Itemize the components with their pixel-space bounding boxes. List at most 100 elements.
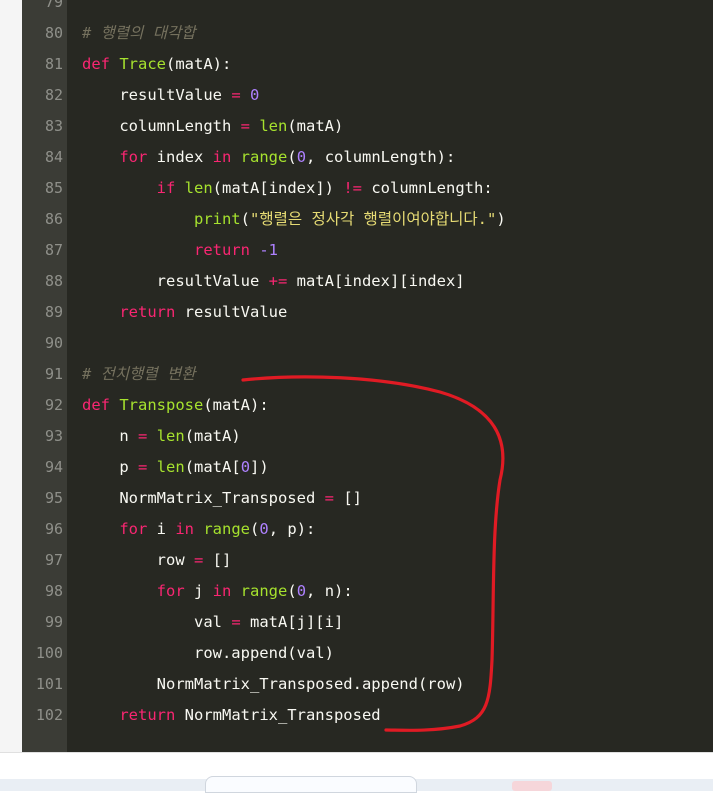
- code-line[interactable]: 86 print("행렬은 정사각 행렬이여야합니다."): [0, 204, 713, 235]
- code-token: for: [156, 582, 185, 600]
- code-text: if len(matA[index]) != columnLength:: [82, 173, 493, 204]
- code-token: print: [193, 210, 241, 228]
- line-number: 80: [44, 24, 63, 42]
- line-number: 90: [44, 334, 63, 352]
- code-line[interactable]: 90: [0, 328, 713, 359]
- code-line[interactable]: 98 for j in range(0, n):: [0, 576, 713, 607]
- code-line[interactable]: 82 resultValue = 0: [0, 80, 713, 111]
- code-line[interactable]: 99 val = matA[j][i]: [0, 607, 713, 638]
- code-token: =: [138, 458, 148, 476]
- code-line[interactable]: 94 p = len(matA[0]): [0, 452, 713, 483]
- code-token: if: [156, 179, 176, 197]
- code-token: in: [175, 520, 194, 538]
- code-token: !=: [343, 179, 362, 197]
- line-number: 97: [44, 551, 63, 569]
- code-token: 0: [259, 520, 269, 538]
- code-line[interactable]: 89 return resultValue: [0, 297, 713, 328]
- code-text: n = len(matA): [82, 421, 241, 452]
- code-token: (matA):: [166, 55, 232, 73]
- code-line[interactable]: 100 row.append(val): [0, 638, 713, 669]
- code-text: resultValue = 0: [82, 80, 259, 111]
- code-token: (: [287, 148, 297, 166]
- code-token: # 행렬의 대각합: [82, 24, 196, 42]
- code-token: p: [82, 458, 138, 476]
- code-text: print("행렬은 정사각 행렬이여야합니다."): [82, 204, 506, 235]
- code-line[interactable]: 102 return NormMatrix_Transposed: [0, 700, 713, 731]
- code-token: 0: [240, 458, 251, 476]
- line-number: 93: [44, 427, 63, 445]
- code-line[interactable]: 81 def Trace(matA):: [0, 49, 713, 80]
- code-text: # 전치행렬 변환: [82, 359, 196, 390]
- code-token: NormMatrix_Transposed: [82, 489, 325, 507]
- code-text: columnLength = len(matA): [82, 111, 343, 142]
- code-token: (matA): [184, 427, 241, 445]
- code-text: NormMatrix_Transposed.append(row): [82, 669, 465, 700]
- code-line[interactable]: 92 def Transpose(matA):: [0, 390, 713, 421]
- code-text: row.append(val): [82, 638, 334, 669]
- code-token: return: [119, 706, 176, 724]
- code-token: ): [496, 210, 506, 228]
- code-token: n: [82, 427, 138, 445]
- code-text: def Transpose(matA):: [82, 390, 269, 421]
- code-text: return -1: [82, 235, 278, 266]
- code-token: resultValue: [82, 86, 232, 104]
- code-line[interactable]: 79: [0, 0, 713, 18]
- code-token: for: [119, 148, 148, 166]
- line-number: 84: [44, 148, 63, 166]
- code-line[interactable]: 96 for i in range(0, p):: [0, 514, 713, 545]
- code-token: columnLength: [82, 117, 241, 135]
- code-token: NormMatrix_Transposed: [175, 706, 381, 724]
- line-number: 86: [44, 210, 63, 228]
- code-token: =: [138, 427, 148, 445]
- code-token: (matA): [287, 117, 344, 135]
- code-token: len: [184, 179, 213, 197]
- code-token: []: [333, 489, 362, 507]
- code-line[interactable]: 101 NormMatrix_Transposed.append(row): [0, 669, 713, 700]
- code-token: ]): [250, 458, 269, 476]
- code-token: resultValue: [175, 303, 288, 321]
- line-number: 91: [44, 365, 63, 383]
- code-line[interactable]: 91 # 전치행렬 변환: [0, 359, 713, 390]
- code-line[interactable]: 80 # 행렬의 대각합: [0, 18, 713, 49]
- taskbar: [0, 752, 713, 793]
- code-token: (matA[index]): [212, 179, 344, 197]
- code-token: =: [231, 86, 241, 104]
- code-token: 0: [296, 582, 307, 600]
- code-token: row: [82, 551, 194, 569]
- code-token: NormMatrix_Transposed.append(row): [82, 675, 465, 693]
- code-line[interactable]: 84 for index in range(0, columnLength):: [0, 142, 713, 173]
- code-token: -1: [259, 241, 278, 259]
- code-token: def: [82, 55, 110, 73]
- code-token: =: [193, 551, 204, 569]
- code-text: val = matA[j][i]: [82, 607, 343, 638]
- code-text: return NormMatrix_Transposed: [82, 700, 381, 731]
- code-text: p = len(matA[0]): [82, 452, 269, 483]
- code-line[interactable]: 97 row = []: [0, 545, 713, 576]
- code-line[interactable]: 83 columnLength = len(matA): [0, 111, 713, 142]
- code-line[interactable]: 95 NormMatrix_Transposed = []: [0, 483, 713, 514]
- code-line[interactable]: 87 return -1: [0, 235, 713, 266]
- code-token: Transpose: [119, 396, 204, 414]
- line-number: 79: [44, 0, 63, 11]
- code-text: for j in range(0, n):: [82, 576, 353, 607]
- code-token: 0: [250, 86, 260, 104]
- code-token: (matA):: [203, 396, 269, 414]
- code-token: len: [156, 427, 185, 445]
- taskbar-button[interactable]: [205, 776, 417, 793]
- code-text: for i in range(0, p):: [82, 514, 315, 545]
- line-number: 101: [35, 675, 63, 693]
- code-token: range: [203, 520, 251, 538]
- code-token: , columnLength):: [306, 148, 456, 166]
- code-editor[interactable]: 79 80 # 행렬의 대각합 81 def Trace(matA): 82 result…: [0, 0, 713, 752]
- code-token: # 전치행렬 변환: [82, 365, 196, 383]
- line-number: 87: [44, 241, 63, 259]
- code-line[interactable]: 85 if len(matA[index]) != columnLength:: [0, 173, 713, 204]
- code-line[interactable]: 88 resultValue += matA[index][index]: [0, 266, 713, 297]
- code-token: resultValue: [82, 272, 269, 290]
- code-token: =: [231, 613, 241, 631]
- code-line[interactable]: 93 n = len(matA): [0, 421, 713, 452]
